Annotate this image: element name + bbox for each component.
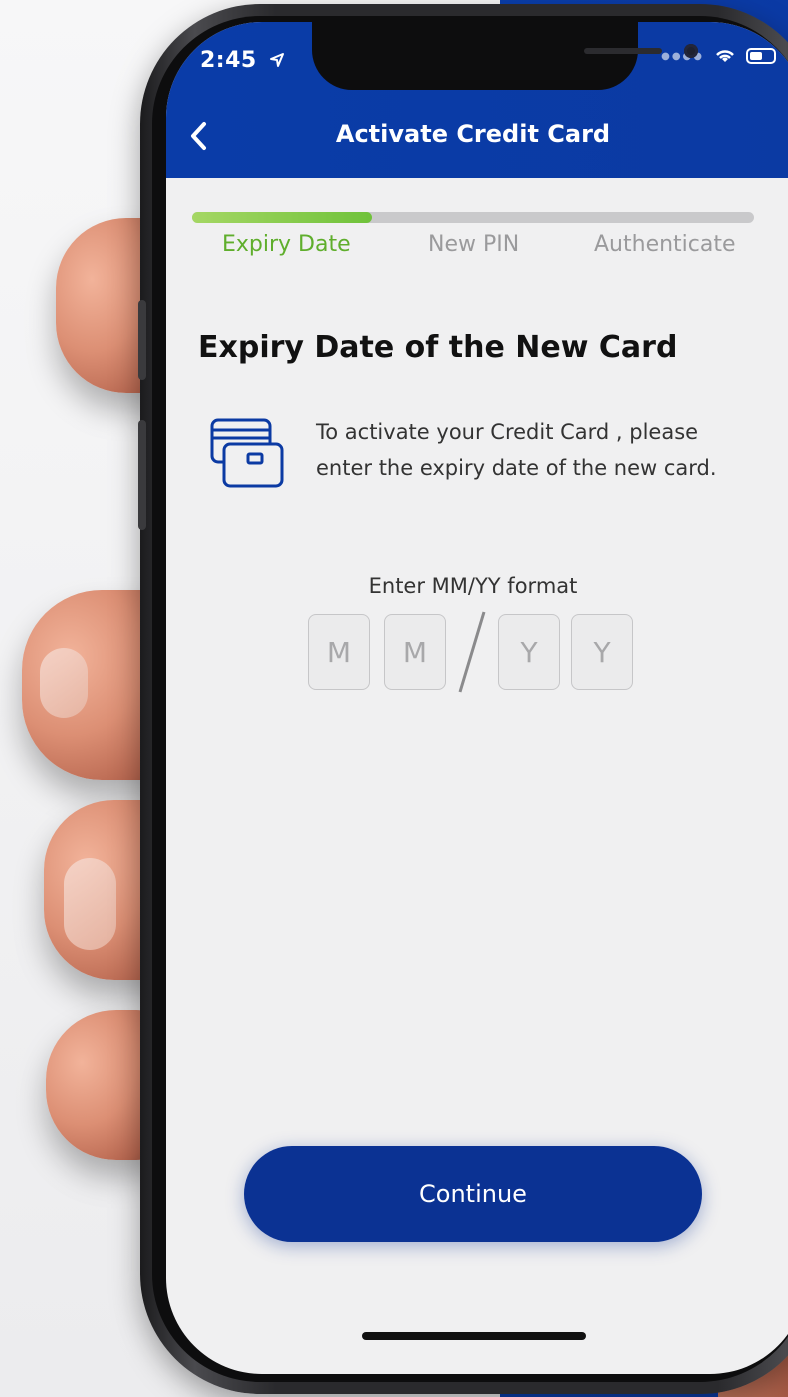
phone-screen: 2:45 ●●●● Activate Credit Card Expiry Da… <box>166 22 788 1374</box>
year-digit-1[interactable]: Y <box>498 614 560 690</box>
finger-nail <box>40 648 88 718</box>
home-indicator[interactable] <box>362 1332 586 1340</box>
credit-cards-icon <box>210 418 284 488</box>
date-separator-slash <box>458 611 486 693</box>
volume-button <box>138 300 146 380</box>
wifi-icon <box>716 50 734 62</box>
year-digit-2[interactable]: Y <box>571 614 633 690</box>
location-arrow-icon <box>269 53 284 67</box>
month-digit-2[interactable]: M <box>384 614 446 690</box>
volume-button <box>138 420 146 530</box>
step-new-pin: New PIN <box>428 232 520 257</box>
battery-icon <box>746 48 776 64</box>
page-title: Activate Credit Card <box>335 120 611 148</box>
status-icons: ●●●● <box>661 48 776 64</box>
section-heading: Expiry Date of the New Card <box>198 330 678 365</box>
progress-fill <box>192 212 372 223</box>
status-time: 2:45 <box>200 48 285 73</box>
app-header: 2:45 ●●●● Activate Credit Card <box>166 22 788 178</box>
month-digit-1[interactable]: M <box>308 614 370 690</box>
progress-bar <box>192 212 754 223</box>
instruction-text: To activate your Credit Card , please en… <box>316 420 717 480</box>
front-camera <box>684 44 698 58</box>
finger-nail <box>64 858 116 950</box>
step-expiry-date: Expiry Date <box>222 232 351 257</box>
camera-notch <box>312 22 698 90</box>
format-label: Enter MM/YY format <box>368 574 578 598</box>
step-authenticate: Authenticate <box>594 232 736 257</box>
continue-button[interactable]: Continue <box>244 1146 702 1242</box>
speaker-grille <box>584 48 662 54</box>
